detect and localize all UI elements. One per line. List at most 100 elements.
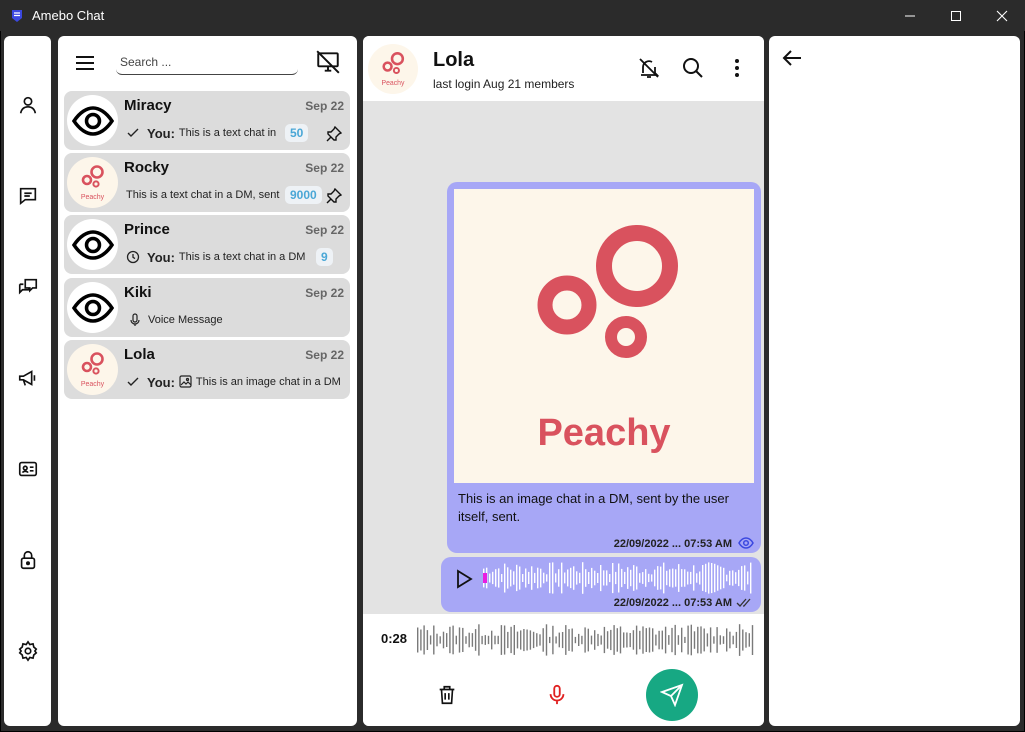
hamburger-menu-icon[interactable] [74,52,96,74]
waveform-bar [552,562,554,594]
waveform-bar [717,565,719,591]
nav-contacts[interactable] [4,449,51,489]
delete-recording-button[interactable] [434,682,460,708]
nav-settings[interactable] [4,631,51,671]
nav-chats[interactable] [4,176,51,216]
waveform-bar [674,624,676,656]
chat-item-prince[interactable]: Prince Sep 22 You: This is a text chat i… [64,215,350,274]
waveform-bar [666,570,668,586]
waveform-bar [436,633,438,647]
waveform-bar [723,567,725,589]
nav-profile[interactable] [4,85,51,125]
more-options-button[interactable] [725,56,749,80]
waveform-bar [711,563,713,594]
waveform-bar [597,633,599,647]
unread-badge: 9000 [285,186,322,204]
waveform-bar [555,573,557,583]
avatar [67,282,118,333]
chat-item-miracy[interactable]: Miracy Sep 22 You: This is a text chat i… [64,91,350,150]
microphone-button[interactable] [544,682,570,708]
waveform-bar [528,571,530,584]
pin-icon[interactable] [326,126,342,142]
nav-lock[interactable] [4,540,51,580]
waveform-bar [504,563,506,593]
mute-button[interactable] [637,56,661,80]
avatar [67,95,118,146]
chat-item-rocky[interactable]: Peachy Rocky Sep 22 This is a text chat … [64,153,350,212]
minimize-button[interactable] [887,0,933,31]
back-arrow-icon[interactable] [781,47,803,69]
play-icon[interactable] [454,569,474,589]
voice-waveform[interactable] [483,561,753,595]
waveform-bar [594,630,596,650]
waveform-bar [639,630,641,650]
waveform-bar [531,566,533,590]
waveform-bar [442,631,445,649]
chat-name: Kiki [124,284,152,301]
waveform-bar [446,633,448,647]
close-button[interactable] [979,0,1025,31]
send-button[interactable] [646,669,698,721]
waveform-bar [568,629,570,651]
avatar: Peachy [67,157,118,208]
nav-channels[interactable] [4,358,51,398]
waveform-bar [574,636,577,644]
search-button[interactable] [681,56,705,80]
chat-preview: You: This is a text chat in [126,124,284,142]
svg-text:Peachy: Peachy [81,381,105,388]
waveform-bar [564,572,566,584]
maximize-button[interactable] [933,0,979,31]
waveform-bar [570,567,572,589]
waveform-bar [500,625,503,655]
desktop-off-icon[interactable] [315,49,341,75]
waveform-bar [491,630,493,650]
waveform-bar [645,569,647,587]
voice-message[interactable]: 22/09/2022 ... 07:53 AM [441,557,761,612]
preview-text: This is a text chat in a DM, sent [126,189,280,201]
pin-icon[interactable] [326,188,342,204]
waveform-bar [630,569,632,587]
waveform-bar [720,566,722,590]
waveform-bar [546,574,548,582]
groups-icon [18,278,37,295]
peachy-logo: Peachy [537,225,678,454]
search-input[interactable] [116,49,298,75]
waveform-bar [481,635,483,645]
waveform-bar [519,566,521,590]
double-check-icon [736,598,751,607]
waveform-bar [658,630,660,650]
waveform-bar [697,626,699,654]
waveform-bar [655,634,657,646]
chat-item-kiki[interactable]: Kiki Sep 22 Voice Message [64,278,350,337]
waveform-bar [484,635,486,645]
waveform-bar [594,570,596,586]
chat-date: Sep 22 [305,286,344,300]
chat-item-lola[interactable]: Peachy Lola Sep 22 You: This is an image… [64,340,350,399]
waveform-bar [735,631,738,648]
waveform-bar [606,631,609,649]
avatar[interactable]: Peachy [368,44,418,94]
waveform-bar [465,636,467,644]
waveform-bar [503,625,506,655]
waveform-bar [565,625,567,655]
conversation-subtitle: last login Aug 21 members [433,77,575,91]
waveform-bar [534,572,536,583]
nav-groups[interactable] [4,267,51,307]
image-message[interactable]: Peachy This is an image chat in a DM, se… [447,182,761,553]
app-logo-icon [12,9,22,22]
message-image[interactable]: Peachy [454,189,754,483]
waveform-bar [735,572,737,584]
waveform-bar [732,570,734,586]
waveform-bar [507,631,509,649]
waveform-bar [616,628,618,652]
waveform-bar [651,574,653,582]
waveform-bar [684,636,686,643]
playback-marker[interactable] [483,573,487,583]
waveform-bar [423,625,425,655]
waveform-bar [668,635,670,645]
waveform-bar [523,629,525,652]
eye-icon [71,105,114,136]
waveform-bar [452,625,454,655]
message-time: 22/09/2022 ... 07:53 AM [613,538,732,550]
waveform-bar [654,569,656,587]
